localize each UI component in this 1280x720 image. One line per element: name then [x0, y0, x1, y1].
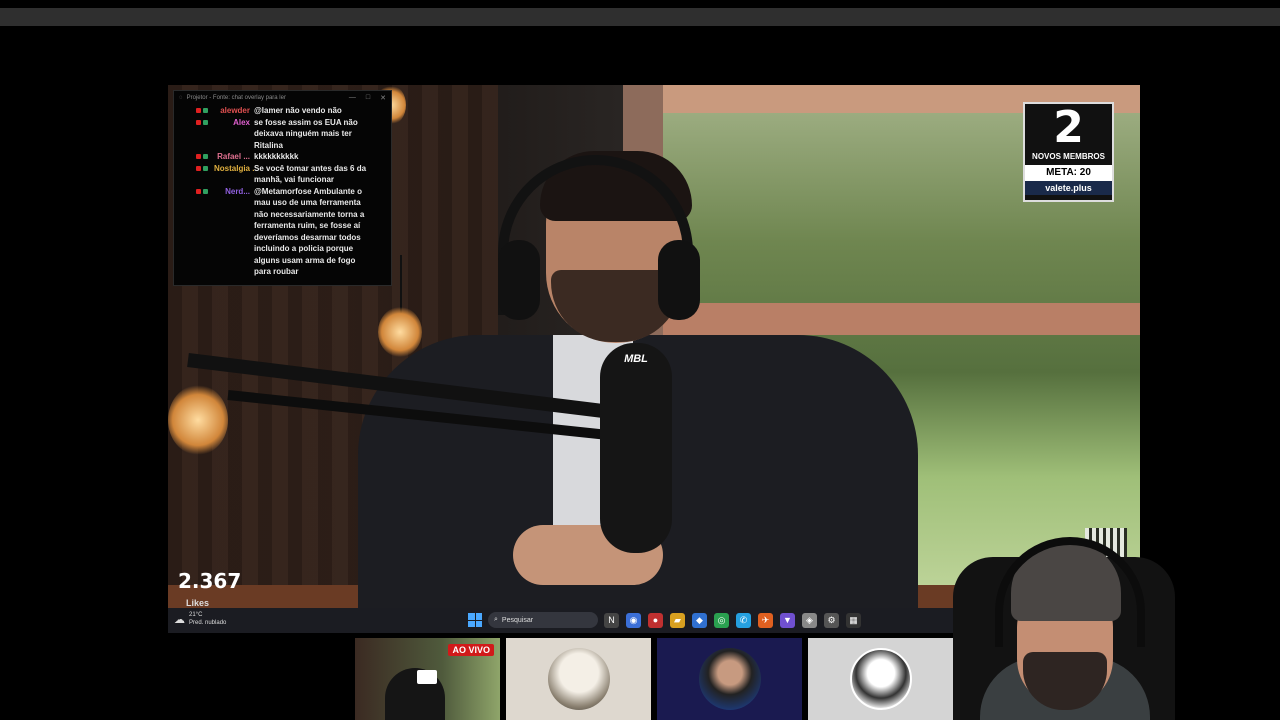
- platform-icon: [196, 188, 201, 194]
- platform-icon: [196, 119, 201, 125]
- chat-message: Rafael ... kkkkkkkkkk: [174, 151, 391, 163]
- live-badge: AO VIVO: [448, 644, 494, 656]
- members-badge: 2 NOVOS MEMBROS META: 20 valete.plus: [1023, 102, 1114, 202]
- members-goal: META: 20: [1025, 165, 1112, 181]
- platform-icon: [203, 165, 208, 171]
- taskbar-search[interactable]: ⌕ Pesquisar: [488, 612, 598, 628]
- members-count: 2: [1053, 102, 1084, 153]
- taskbar-apps: N ◉ ● ▰ ◆ ◎ ✆ ✈ ▼ ◈ ⚙ ▦: [604, 613, 861, 628]
- chat-bubble-icon: [417, 670, 437, 684]
- platform-icon: [203, 119, 208, 125]
- temperature: 21°C: [189, 612, 203, 618]
- likes-label: Likes: [186, 598, 210, 608]
- chat-nick: Alex: [233, 117, 250, 127]
- weather-widget[interactable]: ☁ 21°C Pred. nublado: [174, 611, 226, 627]
- search-placeholder: Pesquisar: [501, 616, 534, 624]
- chat-text: kkkkkkkkkk: [254, 152, 299, 161]
- chat-titlebar[interactable]: ◌ Projetor - Fonte: chat overlay para le…: [174, 91, 391, 105]
- chat-message: Nerd... @Metamorfose Ambulante o mau uso …: [174, 186, 391, 278]
- chat-nick: Nerd...: [225, 186, 250, 196]
- platform-icon: [196, 154, 201, 159]
- chat-message-list: alewder @lamer não vendo não Alex se fosse …: [174, 105, 391, 278]
- taskbar-app-icon[interactable]: ▦: [846, 613, 861, 628]
- chat-overlay-window[interactable]: ◌ Projetor - Fonte: chat overlay para le…: [173, 90, 392, 286]
- platform-icon: [203, 108, 208, 113]
- taskbar-app-icon[interactable]: ▼: [780, 613, 795, 628]
- chat-text: @lamer não vendo não: [254, 106, 342, 115]
- chat-message: Alex se fosse assim os EUA não deixava ni…: [174, 117, 391, 152]
- taskbar-app-icon[interactable]: ✈: [758, 613, 773, 628]
- close-button[interactable]: ✕: [380, 94, 386, 102]
- taskbar-app-icon[interactable]: ✆: [736, 613, 751, 628]
- viewer-counter: 2.367: [178, 569, 242, 593]
- thumbnail-video[interactable]: [657, 638, 802, 720]
- chat-badges: [196, 151, 214, 163]
- chat-badges: [196, 105, 214, 117]
- thumbnail-portrait: [548, 648, 610, 710]
- maximize-button[interactable]: □: [366, 94, 370, 102]
- search-icon: ⌕: [494, 616, 498, 623]
- chat-badges: [196, 163, 214, 186]
- taskbar-app-icon[interactable]: ◈: [802, 613, 817, 628]
- chat-text: se fosse assim os EUA não deixava ningué…: [254, 117, 358, 150]
- thumbnail-video[interactable]: [506, 638, 651, 720]
- microphone: [600, 343, 672, 553]
- chat-text: @Metamorfose Ambulante o mau uso de uma …: [254, 186, 365, 277]
- chat-message: alewder @lamer não vendo não: [174, 105, 391, 117]
- chat-message: Nostalgia ...Se você tomar antes das 6 d…: [174, 163, 391, 186]
- thumbnail-live-stream[interactable]: AO VIVO: [355, 638, 500, 720]
- members-label: NOVOS MEMBROS: [1032, 152, 1105, 161]
- app-icon: ◌: [179, 95, 183, 101]
- chat-nick: Rafael ...: [217, 152, 250, 161]
- chat-badges: [196, 186, 214, 278]
- browser-top-bar: [0, 8, 1280, 26]
- taskbar-app-icon[interactable]: ◉: [626, 613, 641, 628]
- chat-badges: [196, 117, 214, 152]
- window-title: Projetor - Fonte: chat overlay para ler: [186, 95, 286, 101]
- taskbar-app-icon[interactable]: N: [604, 613, 619, 628]
- platform-icon: [196, 165, 201, 171]
- window-frame: [648, 303, 1140, 335]
- taskbar-app-icon[interactable]: ▰: [670, 613, 685, 628]
- taskbar-app-icon[interactable]: ◎: [714, 613, 729, 628]
- members-site: valete.plus: [1025, 181, 1112, 195]
- chat-nick: Nostalgia ...: [214, 163, 254, 173]
- thumbnail-portrait: [850, 648, 912, 710]
- streamer-headphones: [995, 537, 1145, 647]
- minimize-button[interactable]: —: [349, 94, 356, 102]
- headphone-cup: [498, 240, 540, 320]
- taskbar-app-icon[interactable]: ⚙: [824, 613, 839, 628]
- windows-taskbar: ☁ 21°C Pred. nublado ⌕ Pesquisar N ◉ ● ▰ ◆ ◎ ✆…: [168, 608, 958, 633]
- taskbar-app-icon[interactable]: ◆: [692, 613, 707, 628]
- streamer-webcam: [925, 527, 1175, 720]
- taskbar-app-icon[interactable]: ●: [648, 613, 663, 628]
- weather-desc: Pred. nublado: [189, 620, 227, 626]
- thumbnail-portrait: [699, 648, 761, 710]
- cloud-icon: ☁: [174, 613, 185, 626]
- windows-start-icon[interactable]: [468, 613, 482, 627]
- chat-nick: alewder: [220, 106, 250, 115]
- light-bulb: [168, 385, 228, 455]
- light-bulb: [378, 307, 422, 357]
- platform-icon: [203, 154, 208, 159]
- mic-logo: MBL: [624, 353, 648, 365]
- chat-text: Se você tomar antes das 6 da manhã, vai …: [254, 163, 367, 185]
- headphone-cup: [658, 240, 700, 320]
- platform-icon: [203, 188, 208, 194]
- platform-icon: [196, 108, 201, 113]
